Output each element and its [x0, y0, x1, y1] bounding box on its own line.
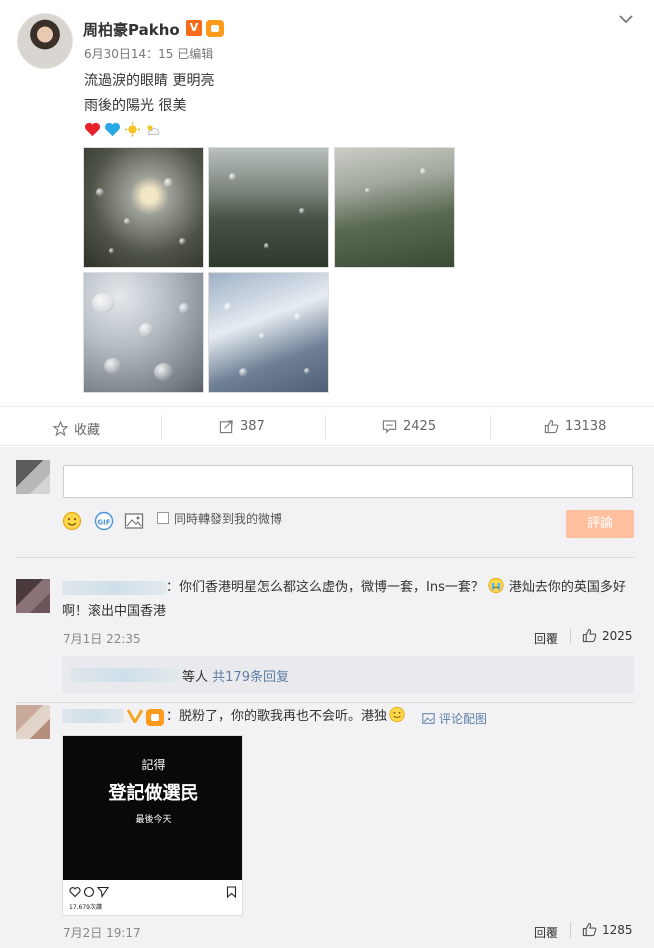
sub-reply-summary: 等人 共179条回复 — [182, 666, 289, 685]
comment-time: 7月2日 19:17 — [63, 926, 141, 940]
cloud-sun-icon — [147, 124, 160, 135]
submit-comment-button[interactable]: 評論 — [566, 510, 634, 538]
crying-emoji-icon — [488, 577, 504, 594]
comment-time: 7月1日 22:35 — [63, 632, 141, 646]
my-avatar[interactable] — [16, 460, 50, 494]
sub-replies[interactable]: 等人 共179条回复 — [62, 656, 634, 693]
commenter-avatar[interactable] — [16, 579, 50, 613]
sun-icon — [125, 121, 140, 137]
post-emojis — [84, 120, 161, 138]
post-text-line2: 雨後的陽光 很美 — [84, 98, 187, 114]
comment-pic-link[interactable]: 评论配图 — [422, 710, 487, 727]
bookmark-icon — [226, 886, 237, 898]
chevron-down-icon[interactable] — [617, 12, 635, 26]
comment-button[interactable]: 2425 — [382, 419, 436, 434]
comment-count: 2425 — [403, 419, 437, 434]
repost-button[interactable]: 387 — [219, 419, 265, 434]
comment-like-count: 2025 — [602, 628, 633, 643]
member-badge-icon — [146, 709, 164, 726]
smile-emoji-icon — [389, 706, 405, 723]
favorite-label: 收藏 — [74, 423, 101, 438]
image-icon[interactable] — [124, 511, 144, 531]
comment-image-line3: 最後今天 — [135, 815, 172, 825]
comment-text-body: ：脱粉了，你的歌我再也不会听。港独 — [166, 709, 388, 724]
favorite-button[interactable]: 收藏 — [53, 419, 100, 438]
comment-text-line2: 啊！滚出中国香港 — [62, 604, 167, 619]
thumbs-up-icon — [582, 922, 597, 937]
comment-input[interactable] — [63, 465, 633, 498]
comment-like-button[interactable]: 2025 — [582, 628, 633, 643]
post-photo-1[interactable] — [83, 147, 204, 268]
instagram-actions-icon — [69, 886, 110, 898]
post-photo-4[interactable] — [83, 272, 204, 393]
reply-button[interactable]: 回覆 — [534, 924, 558, 941]
comment-like-button[interactable]: 1285 — [582, 922, 633, 937]
star-icon — [53, 421, 68, 436]
comment-text: ：脱粉了，你的歌我再也不会听。港独 — [166, 706, 406, 728]
repost-checkbox-label: 同時轉發到我的微博 — [174, 512, 283, 526]
sub-reply-names — [70, 668, 180, 682]
verified-v-icon — [127, 709, 143, 723]
reply-button[interactable]: 回覆 — [534, 630, 558, 647]
commenter-name[interactable] — [62, 709, 124, 723]
post-text-line1: 流過淚的眼睛 更明亮 — [84, 73, 215, 89]
commenter-avatar[interactable] — [16, 705, 50, 739]
comment-text-part1: ：你们香港明星怎么都这么虚伪，微博一套，Ins一套？ — [166, 580, 484, 595]
divider — [16, 557, 634, 558]
emoji-icon[interactable] — [62, 511, 82, 531]
blue-heart-icon — [105, 122, 120, 136]
post-meta: 6月30日14：15 已编辑 — [84, 47, 214, 61]
sub-reply-link[interactable]: 共179条回复 — [212, 670, 289, 685]
thumbs-up-icon — [544, 419, 559, 434]
post-photo-5[interactable] — [208, 272, 329, 393]
comment-image-line1: 記得 — [141, 758, 166, 772]
verified-badge-icon: V — [186, 20, 202, 36]
repost-count: 387 — [240, 419, 265, 434]
author-avatar[interactable] — [17, 13, 73, 69]
post-photo-2[interactable] — [208, 147, 329, 268]
comment-icon — [382, 420, 397, 434]
divider — [16, 702, 634, 703]
comment-like-count: 1285 — [602, 922, 633, 937]
comment-image[interactable]: 記得 登記做選民 最後今天 17,679次讚 — [62, 735, 243, 916]
comment-image-line2: 登記做選民 — [108, 783, 199, 804]
sub-reply-prefix: 等人 — [182, 670, 209, 685]
gif-icon[interactable]: GIF — [94, 511, 114, 531]
thumbs-up-icon — [582, 628, 597, 643]
comment-text: ：你们香港明星怎么都这么虚伪，微博一套，Ins一套？ 港灿去你的英国多好 — [166, 577, 626, 599]
red-heart-icon — [85, 122, 100, 136]
like-button[interactable]: 13138 — [544, 419, 606, 434]
instagram-likes: 17,679次讚 — [69, 904, 102, 911]
like-count: 13138 — [565, 419, 607, 434]
member-badge-icon — [206, 20, 224, 37]
comment-pic-label: 评论配图 — [439, 712, 488, 726]
image-icon — [422, 713, 435, 724]
share-icon — [219, 420, 233, 434]
svg-text:GIF: GIF — [97, 519, 110, 527]
repost-checkbox[interactable] — [157, 512, 169, 524]
weibo-post-card: 周柏豪Pakho V 6月30日14：15 已编辑 流過淚的眼睛 更明亮 雨後的… — [0, 0, 654, 948]
action-bar: 收藏 387 2425 13138 — [0, 406, 654, 446]
comment-text-part2: 港灿去你的英国多好 — [508, 580, 626, 595]
post-photo-3[interactable] — [334, 147, 455, 268]
commenter-name[interactable] — [62, 581, 167, 595]
author-name[interactable]: 周柏豪Pakho — [83, 19, 180, 40]
